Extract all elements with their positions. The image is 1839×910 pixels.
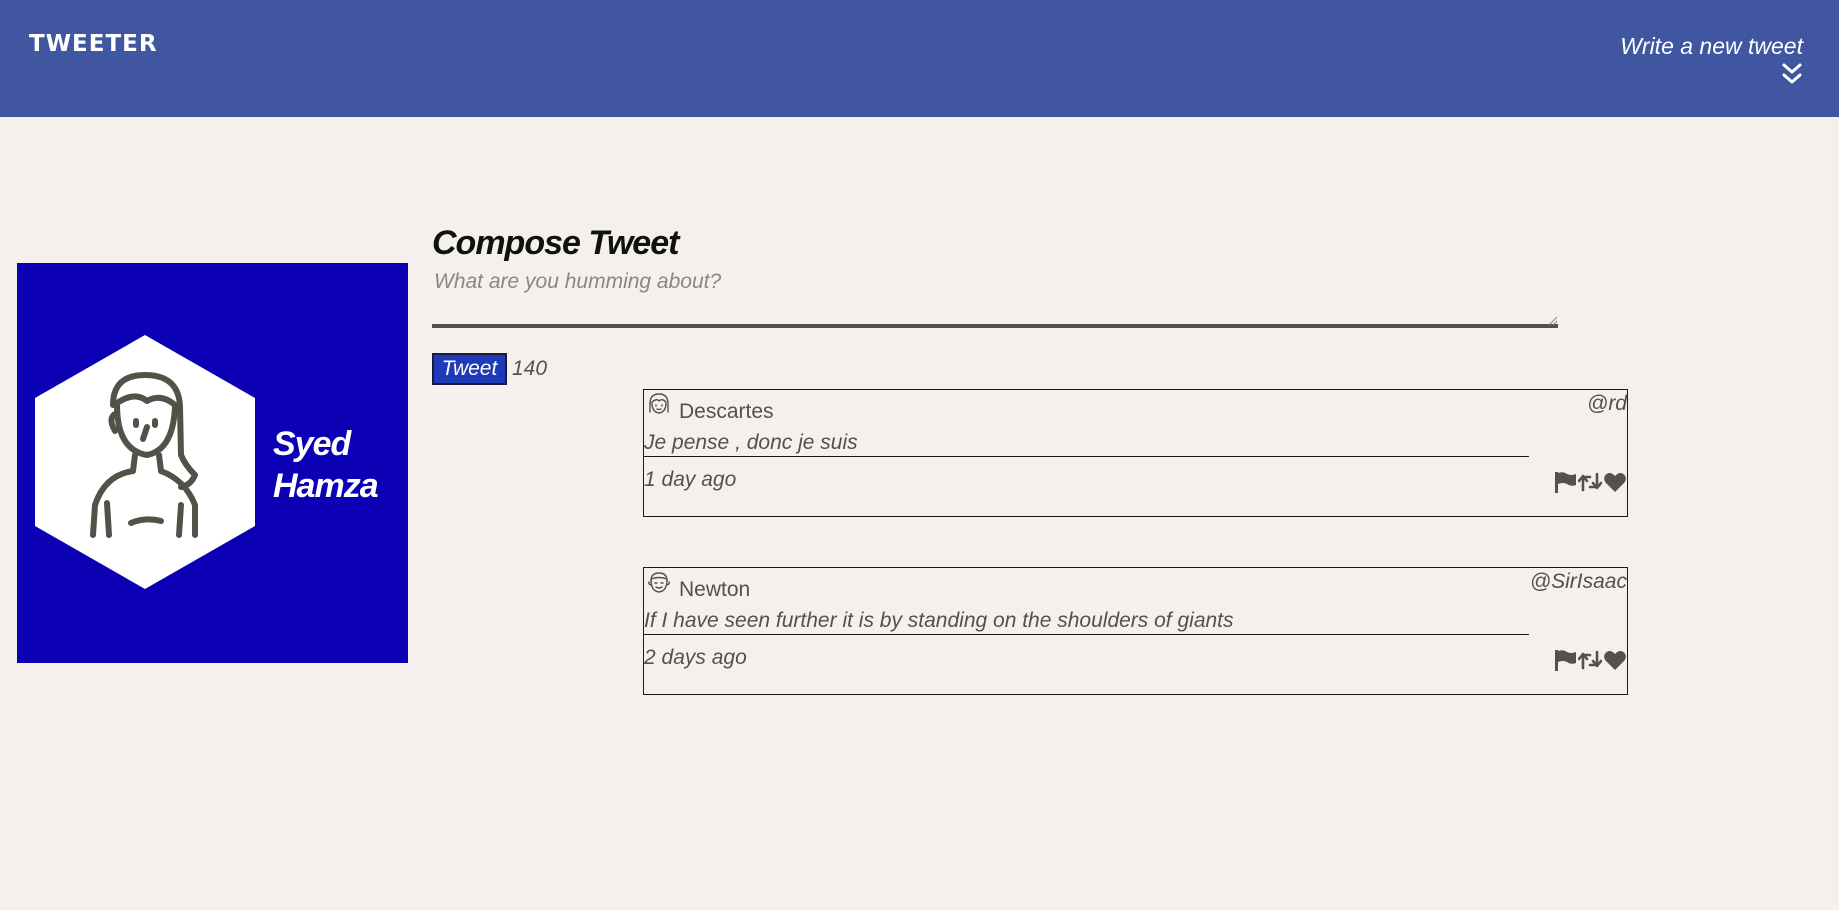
tweet-timestamp: 2 days ago: [644, 646, 747, 669]
brand-logo[interactable]: TWEETER: [29, 31, 158, 57]
compose-title: Compose Tweet: [432, 224, 679, 263]
navbar: TWEETER Write a new tweet: [0, 0, 1839, 117]
tweet-text: If I have seen further it is by standing…: [644, 608, 1529, 635]
heart-icon[interactable]: [1603, 648, 1627, 672]
profile-card: Syed Hamza: [17, 263, 408, 663]
write-new-tweet-toggle[interactable]: Write a new tweet: [1620, 33, 1803, 86]
write-new-tweet-label[interactable]: Write a new tweet: [1620, 33, 1803, 60]
double-chevron-down-icon[interactable]: [1781, 62, 1803, 86]
character-counter: 140: [512, 357, 548, 380]
tweet-actions: [1553, 648, 1627, 672]
resize-grip-icon[interactable]: [1548, 316, 1558, 326]
retweet-icon[interactable]: [1578, 470, 1602, 494]
tweet-submit-button[interactable]: Tweet: [432, 353, 507, 385]
tweet-author-name: Newton: [679, 578, 751, 601]
tweet-card: Newton @SirIsaac If I have seen further …: [643, 567, 1628, 695]
profile-name: Syed Hamza: [273, 425, 379, 505]
tweet-author-handle: @SirIsaac: [1529, 570, 1627, 593]
tweet-timestamp: 1 day ago: [644, 468, 737, 491]
male-avatar-icon: [648, 572, 670, 593]
tweet-text: Je pense , donc je suis: [644, 430, 1529, 457]
flag-icon[interactable]: [1553, 648, 1577, 672]
tweet-author-name: Descartes: [679, 400, 774, 423]
tweet-author-handle: @rd: [1587, 392, 1627, 415]
compose-tweet-input[interactable]: [432, 266, 1558, 328]
female-avatar-icon: [35, 335, 255, 589]
tweet-card: Descartes @rd Je pense , donc je suis 1 …: [643, 389, 1628, 517]
female-avatar-icon: [649, 393, 669, 414]
retweet-icon[interactable]: [1578, 648, 1602, 672]
heart-icon[interactable]: [1603, 470, 1627, 494]
flag-icon[interactable]: [1553, 470, 1577, 494]
tweet-actions: [1553, 470, 1627, 494]
